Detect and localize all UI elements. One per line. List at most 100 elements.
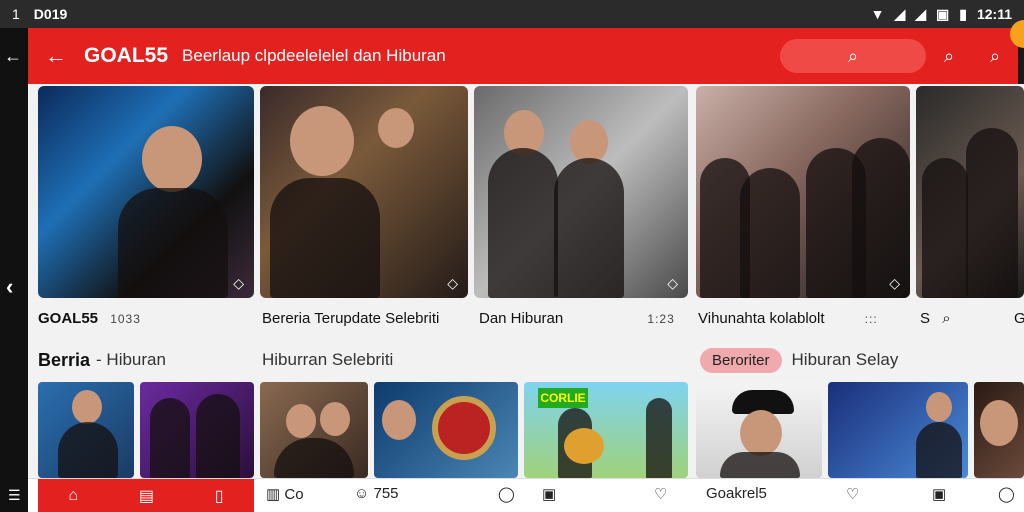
thumb-2[interactable]	[140, 382, 254, 478]
app-tagline: Beerlaup clpdeelelelel dan Hiburan	[182, 46, 446, 65]
notification-icon: ▣	[936, 5, 950, 22]
photo-figure	[922, 158, 968, 298]
chart-icon: ▥	[266, 486, 281, 503]
bottom-nav-item-8[interactable]: ▣	[932, 485, 946, 503]
profile-icon: ◯	[998, 486, 1015, 503]
tile-dj[interactable]: ◇	[260, 86, 468, 298]
battery-icon: ▮	[959, 5, 967, 22]
section-left-bold: Berria	[38, 349, 91, 370]
photo-head	[740, 410, 782, 456]
bottom-nav-item-9[interactable]: ◯	[998, 485, 1015, 503]
camera-icon: ▣	[932, 486, 947, 503]
status-time-right: 12:11	[976, 6, 1012, 22]
play-icon: ◇	[889, 275, 900, 291]
bottom-nav-label-1: Co	[284, 486, 304, 503]
tile-duo[interactable]: ◇	[474, 86, 688, 298]
section-left-rest: - Hiburan	[96, 350, 166, 369]
thumb-6[interactable]	[696, 382, 822, 478]
caption-title: Bereria Terupdate Selebriti	[262, 310, 440, 327]
thumb-1[interactable]	[38, 382, 134, 478]
back-arrow-icon[interactable]: ←	[28, 43, 84, 69]
search-icon-small[interactable]: ⌕	[942, 310, 950, 327]
bottom-nav-item-5[interactable]: ♡	[654, 485, 667, 503]
caption-title: GOAL55	[38, 310, 99, 327]
sign-text: CORLIE	[538, 388, 588, 408]
guitar-shape	[564, 428, 604, 464]
thumb-7[interactable]	[828, 382, 968, 478]
photo-figure	[58, 422, 118, 478]
caption-6[interactable]: G	[1014, 310, 1024, 330]
search-icon-3[interactable]: ⌕	[972, 46, 1018, 67]
caption-3[interactable]: Dan Hiburan 1:23	[479, 310, 675, 330]
thumb-8[interactable]	[974, 382, 1024, 478]
photo-head	[142, 126, 202, 192]
bottom-nav-item-6[interactable]: Goakrel5	[706, 485, 767, 502]
status-time-left: D019	[33, 6, 68, 22]
photo-head	[320, 402, 350, 436]
bottom-nav-item-2[interactable]: ☺ 755	[354, 485, 399, 502]
signal-icon-2: ◢	[915, 5, 926, 22]
photo-head	[382, 400, 416, 440]
app-bar: ← GOAL55 Beerlaup clpdeelelelel dan Hibu…	[28, 28, 1018, 84]
chevron-left-icon[interactable]: ‹	[6, 274, 13, 300]
photo-figure	[270, 178, 380, 298]
bottom-nav-item-4[interactable]: ▣	[542, 485, 556, 503]
caption-title: Dan Hiburan	[479, 310, 564, 327]
thumb-4[interactable]	[374, 382, 518, 478]
play-icon: ◇	[233, 275, 244, 291]
bottom-nav-item-3[interactable]: ◯	[498, 485, 515, 503]
brand-title: GOAL55	[84, 44, 169, 67]
photo-figure	[852, 138, 910, 298]
search-pill[interactable]: ⌕	[780, 39, 926, 73]
photo-head	[926, 392, 952, 422]
roulette-wheel	[432, 396, 496, 460]
thumb-5[interactable]: CORLIE	[524, 382, 688, 478]
caption-title: S	[920, 310, 931, 327]
photo-figure	[646, 398, 672, 478]
bottom-nav: ⌂ ▤ ▯ ▥ Co ☺ 755 ◯ ▣ ♡ Goakrel5 ♡ ▣ ◯	[28, 478, 1024, 512]
photo-figure	[150, 398, 190, 478]
photo-head	[290, 106, 354, 176]
status-bar: 1 D019 ▼ ◢ ◢ ▣ ▮ 12:11	[0, 0, 1024, 28]
caption-title: G	[1014, 310, 1024, 327]
caption-5[interactable]: S ⌕	[920, 310, 951, 330]
system-back-icon[interactable]: ←	[4, 46, 22, 67]
tile-singer[interactable]: ◇	[38, 86, 254, 298]
home-icon[interactable]: ⌂	[68, 487, 78, 505]
thumb-3[interactable]	[260, 382, 368, 478]
message-icon: ◯	[498, 486, 515, 503]
caption-meta: 1:23	[647, 312, 675, 326]
menu-icon[interactable]: ☰	[8, 487, 21, 504]
photo-head	[378, 108, 414, 148]
caption-meta: :::	[864, 312, 878, 326]
search-icon-2[interactable]: ⌕	[926, 46, 972, 67]
play-icon: ◇	[667, 275, 678, 291]
bottom-nav-active-group: ⌂ ▤ ▯	[38, 479, 254, 512]
photo-figure	[916, 422, 962, 478]
photo-figure	[966, 128, 1018, 298]
bottom-nav-item-1[interactable]: ▥ Co	[266, 485, 304, 503]
caption-4[interactable]: Vihunahta kolablolt :::	[698, 310, 878, 330]
section-left[interactable]: Berria - Hiburan	[38, 346, 166, 374]
caption-title: Vihunahta kolablolt	[698, 310, 825, 327]
status-left-number: 1	[12, 6, 20, 22]
heart-icon: ♡	[654, 486, 668, 503]
bottom-nav-item-7[interactable]: ♡	[846, 485, 859, 503]
photo-figure	[118, 188, 228, 298]
signal-icon: ◢	[894, 5, 906, 22]
category-chip[interactable]: Beroriter	[700, 347, 782, 373]
bottom-nav-label-2: 755	[373, 485, 399, 502]
tile-group[interactable]: ◇	[696, 86, 910, 298]
photo-head	[286, 404, 316, 438]
status-icons: ▼ ◢ ◢ ▣ ▮ 12:11	[871, 6, 1012, 23]
chat-icon: ☺	[354, 485, 370, 502]
caption-1[interactable]: GOAL55 1033	[38, 310, 141, 330]
heart-icon-2: ♡	[846, 486, 860, 503]
caption-2[interactable]: Bereria Terupdate Selebriti	[262, 310, 439, 330]
phone-icon[interactable]: ▯	[215, 486, 224, 506]
gallery-icon: ▣	[542, 486, 557, 503]
left-rail: ← ‹ ☰	[0, 28, 28, 512]
grid-icon[interactable]: ▤	[139, 486, 154, 506]
section-middle[interactable]: Hiburran Selebriti	[262, 346, 393, 374]
tile-crowd[interactable]	[916, 86, 1024, 298]
